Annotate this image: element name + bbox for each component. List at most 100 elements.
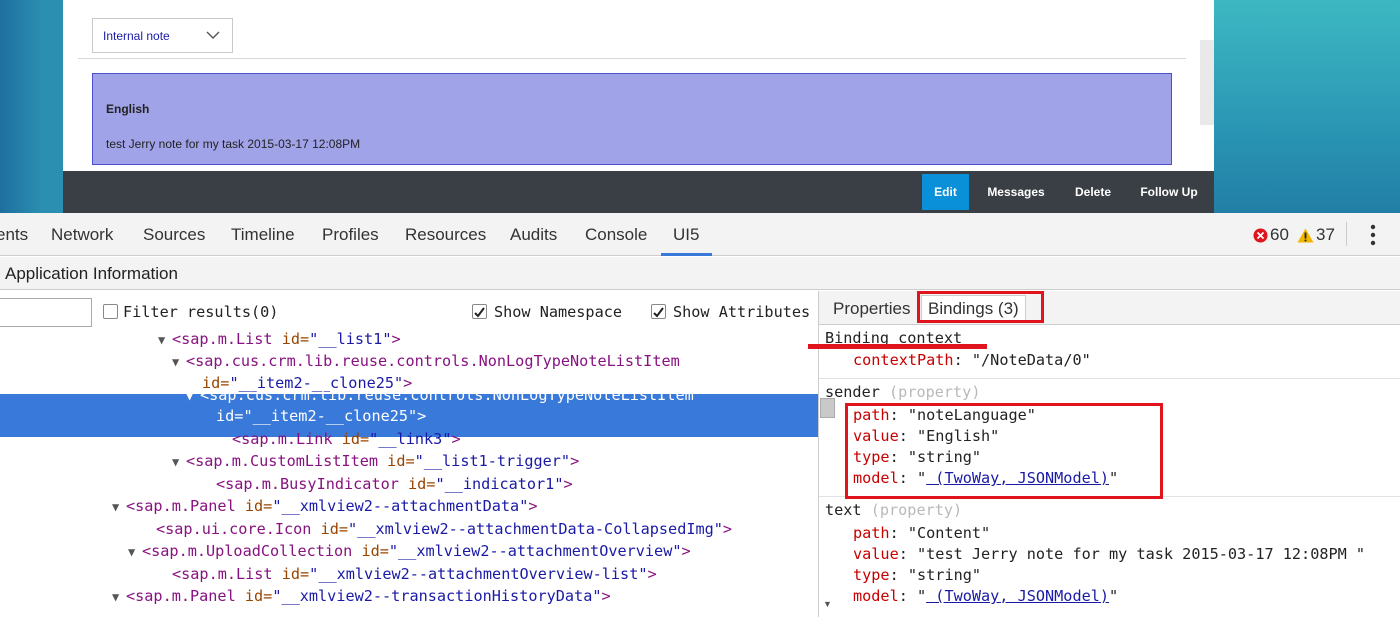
text-binding-header: text (property) bbox=[825, 501, 962, 519]
tree-node-attr: id= bbox=[272, 330, 310, 348]
show-namespace-label: Show Namespace bbox=[494, 303, 623, 321]
tree-node-attr: id= bbox=[352, 542, 389, 560]
tree-node-tag: <sap.m.List bbox=[172, 565, 273, 583]
tree-node[interactable]: ▼ <sap.cus.crm.lib.reuse.controls.NonLogT… bbox=[0, 384, 818, 406]
checkmark-icon bbox=[653, 307, 664, 318]
tree-node-val: "__link3" bbox=[369, 430, 452, 448]
path-key: path bbox=[853, 524, 890, 542]
warning-counter[interactable]: 37 bbox=[1297, 225, 1335, 245]
details-tab-bar: Properties Bindings (3) bbox=[819, 291, 1400, 325]
expand-triangle-icon[interactable]: ▼ bbox=[172, 351, 186, 373]
tree-node[interactable]: <sap.m.List id="__xmlview2--attachmentOv… bbox=[0, 563, 818, 585]
text-model-link[interactable]: (TwoWay, JSONModel) bbox=[926, 587, 1109, 605]
expand-triangle-icon[interactable]: ▼ bbox=[186, 385, 200, 407]
background-glow bbox=[1210, 0, 1400, 213]
expand-triangle-icon[interactable]: ▼ bbox=[172, 451, 186, 473]
sender-binding-header: sender (property) bbox=[825, 383, 980, 401]
text-value-value: "test Jerry note for my task 2015-03-17 … bbox=[917, 545, 1366, 563]
tree-node-val: "__item2-__clone25" bbox=[243, 407, 418, 425]
application-information-title: Application Information bbox=[5, 264, 178, 283]
tree-node-tag: <sap.m.CustomListItem bbox=[186, 452, 379, 470]
tree-node-val: "__indicator1" bbox=[435, 475, 564, 493]
text-path-value: "Content" bbox=[907, 524, 991, 542]
tree-node-attr: id= bbox=[378, 452, 415, 470]
tree-node-tag: <sap.m.List bbox=[172, 330, 273, 348]
tree-node[interactable]: <sap.m.Link id="__link3"> bbox=[0, 428, 818, 450]
search-input[interactable] bbox=[0, 298, 92, 327]
tree-node[interactable]: ▼ <sap.cus.crm.lib.reuse.controls.NonLogT… bbox=[0, 350, 818, 372]
devtools-tab-bar: ents Network Sources Timeline Profiles R… bbox=[0, 213, 1400, 256]
control-tree-pane: Filter results(0) Show Namespace Show At… bbox=[0, 291, 818, 617]
text-binding-name: text bbox=[825, 501, 862, 519]
tree-node[interactable]: <sap.ui.core.Icon id="__xmlview2--attach… bbox=[0, 518, 818, 540]
scroll-handle[interactable] bbox=[820, 398, 835, 418]
more-options-icon[interactable] bbox=[1366, 222, 1380, 248]
tab-resources[interactable]: Resources bbox=[405, 225, 486, 245]
tree-node-attr: id= bbox=[311, 520, 349, 538]
tree-node-tag: <sap.cus.crm.lib.reuse.controls.NonLogTy… bbox=[200, 386, 694, 404]
error-icon bbox=[1253, 228, 1268, 242]
tree-node-close: > bbox=[451, 430, 461, 448]
tab-ui5[interactable]: UI5 bbox=[673, 225, 699, 245]
text-model-row: model: " (TwoWay, JSONModel)" bbox=[853, 587, 1119, 605]
expand-triangle-icon[interactable]: ▼ bbox=[112, 586, 126, 608]
tree-node-close: > bbox=[417, 407, 427, 425]
tree-node-val: "__xmlview2--attachmentOverview" bbox=[388, 542, 682, 560]
tree-node-attr: id= bbox=[235, 497, 273, 515]
show-namespace-checkbox[interactable] bbox=[472, 304, 487, 319]
tab-console[interactable]: Console bbox=[585, 225, 647, 245]
tree-node-attr: id= bbox=[216, 407, 244, 425]
tree-node-tag: <sap.ui.core.Icon bbox=[156, 520, 312, 538]
tree-node-close: > bbox=[528, 497, 538, 515]
divider bbox=[78, 58, 1186, 59]
text-value-row: value: "test Jerry note for my task 2015… bbox=[853, 545, 1366, 563]
tab-sources[interactable]: Sources bbox=[143, 225, 205, 245]
tree-node[interactable]: ▼ <sap.m.UploadCollection id="__xmlview2-… bbox=[0, 540, 818, 562]
tree-node[interactable]: ▼ <sap.m.CustomListItem id="__list1-trigg… bbox=[0, 450, 818, 472]
application-information-header[interactable]: Application Information bbox=[0, 257, 1400, 290]
model-key: model bbox=[853, 587, 899, 605]
tab-timeline[interactable]: Timeline bbox=[231, 225, 295, 245]
tree-node[interactable]: <sap.m.BusyIndicator id="__indicator1"> bbox=[0, 473, 818, 495]
expand-triangle-icon[interactable]: ▼ bbox=[158, 329, 172, 351]
tree-node-tag: <sap.m.UploadCollection bbox=[142, 542, 353, 560]
messages-button[interactable]: Messages bbox=[981, 171, 1051, 213]
app-scrollbar[interactable] bbox=[1200, 40, 1214, 125]
note-list-item[interactable]: English test Jerry note for my task 2015… bbox=[92, 73, 1172, 165]
sender-binding-kind: (property) bbox=[889, 383, 981, 401]
divider bbox=[819, 378, 1400, 379]
tree-node[interactable]: id="__item2-__clone25"> bbox=[0, 405, 818, 427]
edit-button[interactable]: Edit bbox=[922, 174, 969, 210]
toolbar-separator bbox=[1346, 222, 1347, 246]
context-path-value: "/NoteData/0" bbox=[971, 351, 1091, 369]
expand-triangle-icon[interactable]: ▼ bbox=[112, 496, 126, 518]
expand-triangle-icon[interactable]: ▼ bbox=[128, 541, 142, 563]
tree-node[interactable]: ▼ <sap.m.List id="__list1"> bbox=[0, 328, 818, 350]
tree-node[interactable]: ▼ <sap.m.Panel id="__xmlview2--attachment… bbox=[0, 495, 818, 517]
tree-node-val: "__list1-trigger" bbox=[414, 452, 571, 470]
tab-audits[interactable]: Audits bbox=[510, 225, 557, 245]
tab-profiles[interactable]: Profiles bbox=[322, 225, 379, 245]
chevron-down-icon bbox=[206, 31, 220, 39]
error-counter[interactable]: 60 bbox=[1253, 225, 1289, 245]
tab-properties[interactable]: Properties bbox=[833, 299, 910, 319]
highlight-box-sender-binding bbox=[845, 403, 1163, 499]
scroll-down-icon[interactable]: ▼ bbox=[823, 599, 832, 609]
tree-node[interactable]: ▼ <sap.m.Panel id="__xmlview2--transactio… bbox=[0, 585, 818, 607]
tree-node-tag: <sap.m.Panel bbox=[126, 587, 236, 605]
show-attributes-label: Show Attributes bbox=[673, 303, 811, 321]
filter-results-checkbox[interactable] bbox=[103, 304, 118, 319]
checkmark-icon bbox=[474, 307, 485, 318]
warning-icon bbox=[1297, 228, 1314, 242]
tree-node-val: "__xmlview2--attachmentData-CollapsedImg… bbox=[348, 520, 723, 538]
show-attributes-checkbox[interactable] bbox=[651, 304, 666, 319]
tree-node-tag: <sap.m.Panel bbox=[126, 497, 236, 515]
delete-button[interactable]: Delete bbox=[1067, 171, 1119, 213]
note-type-select[interactable]: Internal note bbox=[92, 18, 233, 53]
tab-network[interactable]: Network bbox=[51, 225, 113, 245]
tree-node-val: "__xmlview2--transactionHistoryData" bbox=[272, 587, 602, 605]
tree-node-val: "__list1" bbox=[309, 330, 392, 348]
follow-up-button[interactable]: Follow Up bbox=[1137, 171, 1201, 213]
tab-elements[interactable]: ents bbox=[0, 225, 28, 245]
tree-node-attr: id= bbox=[272, 565, 310, 583]
